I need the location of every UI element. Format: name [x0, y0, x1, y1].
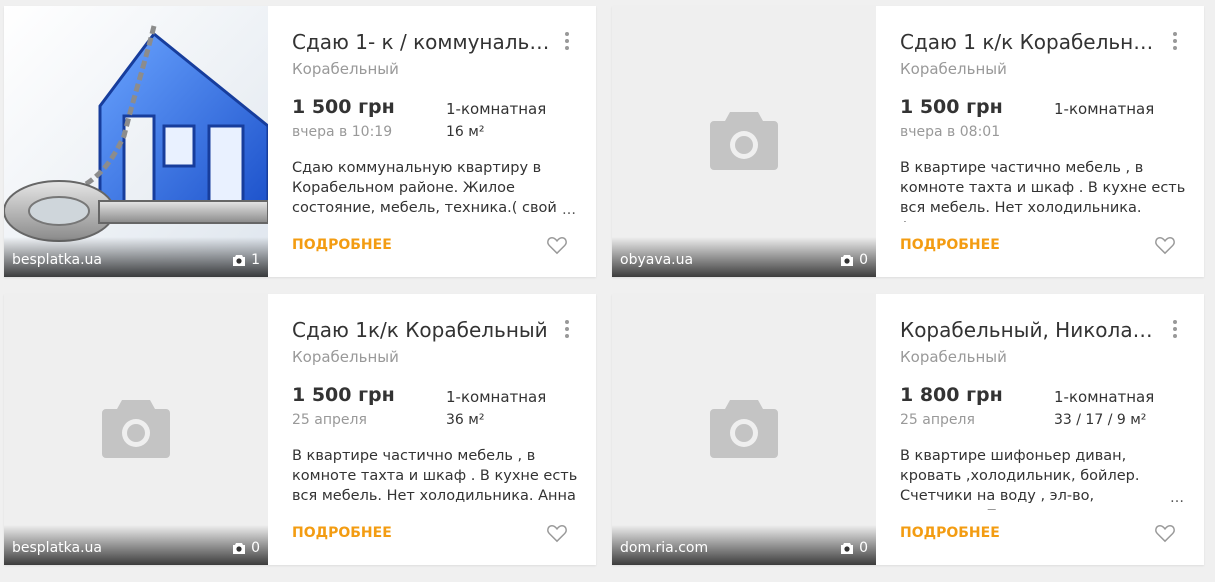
source-label: besplatka.ua — [12, 252, 102, 268]
listing-date: 25 апреля — [900, 412, 975, 428]
listing-date: вчера в 10:19 — [292, 124, 393, 140]
listing-district: Корабельный — [292, 60, 399, 78]
camera-icon — [102, 400, 170, 458]
listing-price: 1 800 грн — [900, 384, 1003, 406]
listing-card[interactable]: besplatka.ua 0 Сдаю 1к/к Корабельный Кор… — [4, 294, 596, 565]
listing-price: 1 500 грн — [900, 96, 1003, 118]
listing-title[interactable]: Сдаю 1 к/к Корабельный — [900, 30, 1158, 54]
listing-district: Корабельный — [292, 348, 399, 366]
heart-outline-icon[interactable] — [546, 235, 568, 255]
photo-count: 0 — [840, 540, 868, 556]
more-vertical-icon[interactable] — [1172, 32, 1178, 52]
listing-rooms: 1-комнатная — [446, 388, 547, 406]
photo-count: 0 — [840, 252, 868, 268]
heart-outline-icon[interactable] — [546, 523, 568, 543]
listing-info: Сдаю 1к/к Корабельный Корабельный 1 500 … — [292, 294, 584, 565]
listing-info: Сдаю 1 к/к Корабельный Корабельный 1 500… — [900, 6, 1192, 277]
source-label: besplatka.ua — [12, 540, 102, 556]
listing-photo[interactable]: dom.ria.com 0 — [612, 294, 876, 565]
listing-price: 1 500 грн — [292, 384, 395, 406]
listing-description: В квартире шифоньер диван, кровать ,холо… — [900, 448, 1140, 510]
listing-district: Корабельный — [900, 60, 1007, 78]
listing-title[interactable]: Корабельный, Николаев… — [900, 318, 1158, 342]
details-link[interactable]: ПОДРОБНЕЕ — [900, 525, 1000, 541]
listing-title[interactable]: Сдаю 1к/к Корабельный — [292, 318, 550, 342]
listing-date: вчера в 08:01 — [900, 124, 1001, 140]
listing-area: 36 м² — [446, 412, 485, 428]
camera-icon — [710, 400, 778, 458]
photo-count-value: 0 — [251, 540, 260, 556]
listing-rooms: 1-комнатная — [1054, 100, 1155, 118]
listing-area: 16 м² — [446, 124, 485, 140]
listing-description: В квартире частично мебель , в комноте т… — [900, 160, 1186, 222]
listing-photo[interactable]: obyava.ua 0 — [612, 6, 876, 277]
camera-icon — [841, 255, 854, 266]
listing-description: В квартире частично мебель , в комноте т… — [292, 448, 578, 504]
listing-card[interactable]: besplatka.ua 1 Сдаю 1- к / коммунальну… … — [4, 6, 596, 277]
more-vertical-icon[interactable] — [1172, 320, 1178, 340]
details-link[interactable]: ПОДРОБНЕЕ — [900, 237, 1000, 253]
more-vertical-icon[interactable] — [564, 32, 570, 52]
photo-count: 1 — [232, 252, 260, 268]
camera-icon — [233, 255, 246, 266]
photo-count: 0 — [232, 540, 260, 556]
source-label: obyava.ua — [620, 252, 694, 268]
description-ellipsis: … — [558, 202, 576, 218]
description-ellipsis: … — [1166, 490, 1184, 506]
photo-count-value: 1 — [251, 252, 260, 268]
listing-card[interactable]: dom.ria.com 0 Корабельный, Николаев… Кор… — [612, 294, 1204, 565]
listing-date: 25 апреля — [292, 412, 367, 428]
camera-icon — [233, 543, 246, 554]
camera-icon — [710, 112, 778, 170]
listing-rooms: 1-комнатная — [446, 100, 547, 118]
listing-district: Корабельный — [900, 348, 1007, 366]
listing-info: Корабельный, Николаев… Корабельный 1 800… — [900, 294, 1192, 565]
listing-rooms: 1-комнатная — [1054, 388, 1155, 406]
listing-title[interactable]: Сдаю 1- к / коммунальну… — [292, 30, 550, 54]
listing-price: 1 500 грн — [292, 96, 395, 118]
listing-info: Сдаю 1- к / коммунальну… Корабельный 1 5… — [292, 6, 584, 277]
details-link[interactable]: ПОДРОБНЕЕ — [292, 525, 392, 541]
listing-photo[interactable]: besplatka.ua 1 — [4, 6, 268, 277]
details-link[interactable]: ПОДРОБНЕЕ — [292, 237, 392, 253]
listing-description: Сдаю коммунальную квартиру в Корабельном… — [292, 160, 557, 216]
camera-icon — [841, 543, 854, 554]
source-label: dom.ria.com — [620, 540, 709, 556]
photo-count-value: 0 — [859, 252, 868, 268]
heart-outline-icon[interactable] — [1154, 523, 1176, 543]
listing-photo[interactable]: besplatka.ua 0 — [4, 294, 268, 565]
heart-outline-icon[interactable] — [1154, 235, 1176, 255]
more-vertical-icon[interactable] — [564, 320, 570, 340]
listing-card[interactable]: obyava.ua 0 Сдаю 1 к/к Корабельный Кораб… — [612, 6, 1204, 277]
listing-area: 33 / 17 / 9 м² — [1054, 412, 1147, 428]
photo-count-value: 0 — [859, 540, 868, 556]
